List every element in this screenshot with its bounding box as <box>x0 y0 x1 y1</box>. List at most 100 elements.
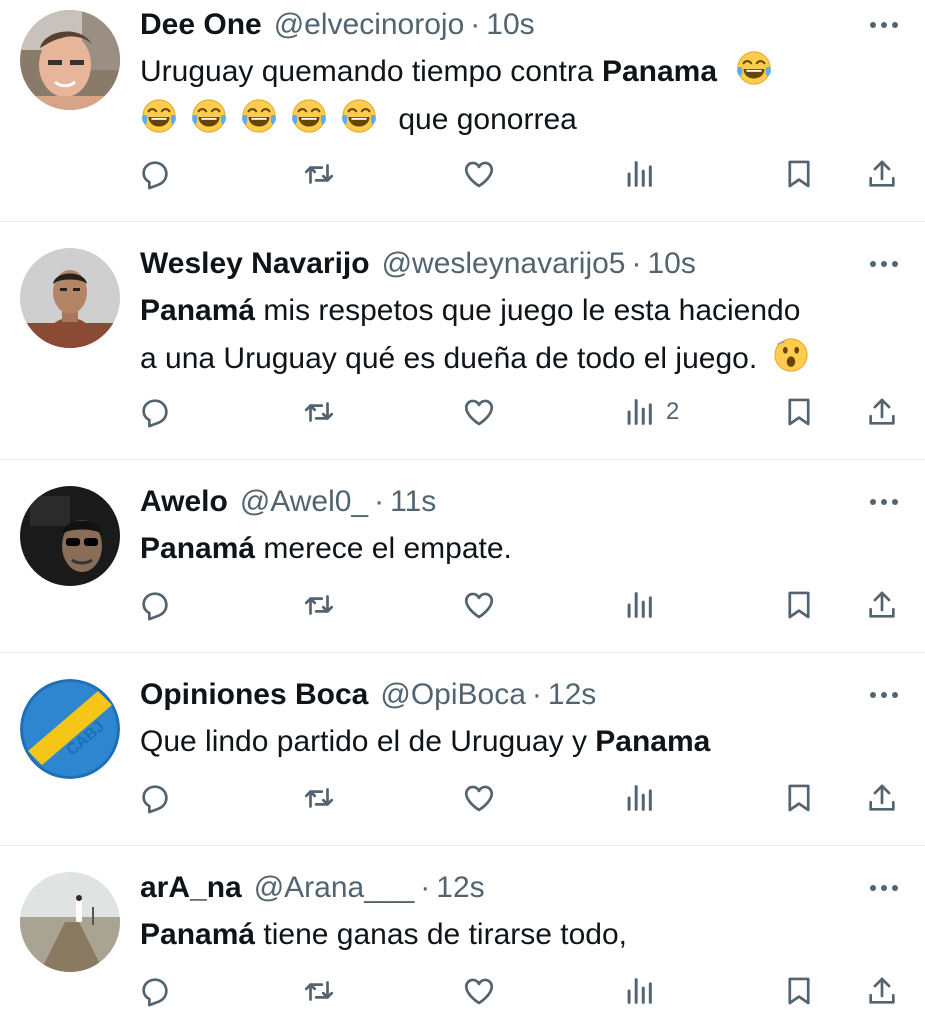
avatar[interactable] <box>20 10 120 110</box>
tweet-highlight: Panamá <box>140 918 256 951</box>
views-button[interactable] <box>622 774 656 822</box>
separator-dot: · <box>631 247 642 280</box>
reply-button[interactable] <box>138 150 172 198</box>
retweet-button[interactable] <box>302 150 336 198</box>
tweet-text-part: tiene ganas de tirarse todo, <box>255 918 627 951</box>
more-icon[interactable] <box>860 249 908 279</box>
reply-button[interactable] <box>138 774 172 822</box>
like-button[interactable] <box>462 967 496 1015</box>
like-button[interactable] <box>462 581 496 629</box>
tweet-text-part: merece el empate. <box>255 532 512 565</box>
user-handle[interactable]: @elvecinorojo <box>274 8 465 42</box>
retweet-button[interactable] <box>302 774 336 822</box>
bookmark-button[interactable] <box>782 774 816 822</box>
bookmark-button[interactable] <box>782 967 816 1015</box>
tweet-text-part: Que lindo partido el de Uruguay y <box>140 725 596 758</box>
tweet-text: Panamá tiene ganas de tirarse todo, <box>140 911 910 959</box>
bookmark-icon <box>782 157 816 191</box>
reply-icon <box>138 395 172 429</box>
retweet-button[interactable] <box>302 967 336 1015</box>
views-icon <box>622 781 656 815</box>
retweet-icon <box>302 781 336 815</box>
timestamp[interactable]: 11s <box>390 485 436 519</box>
views-button[interactable]: 2 <box>622 388 679 436</box>
retweet-icon <box>302 974 336 1008</box>
display-name[interactable]: arA_na <box>140 871 242 905</box>
tweet-actions <box>0 581 925 629</box>
avatar[interactable] <box>20 872 120 972</box>
laughing-emoji <box>735 49 773 87</box>
retweet-button[interactable] <box>302 581 336 629</box>
display-name[interactable]: Wesley Navarijo <box>140 247 370 281</box>
timestamp[interactable]: 10s <box>486 8 534 42</box>
views-icon <box>622 974 656 1008</box>
share-icon <box>865 781 899 815</box>
timestamp[interactable]: 10s <box>647 247 695 281</box>
like-button[interactable] <box>462 150 496 198</box>
views-icon <box>622 157 656 191</box>
avatar[interactable] <box>20 248 120 348</box>
share-icon <box>865 974 899 1008</box>
share-button[interactable] <box>865 967 899 1015</box>
tweet-highlight: Panama <box>601 55 718 88</box>
tweet[interactable]: Wesley Navarijo @wesleynavarijo5 · 10s P… <box>0 222 925 459</box>
user-handle[interactable]: @wesleynavarijo5 <box>382 247 626 281</box>
reply-button[interactable] <box>138 967 172 1015</box>
laughing-emoji <box>190 97 228 135</box>
retweet-icon <box>302 395 336 429</box>
bookmark-button[interactable] <box>782 581 816 629</box>
display-name[interactable]: Dee One <box>140 8 262 42</box>
views-icon <box>622 395 656 429</box>
avatar-photo <box>20 10 120 110</box>
laughing-emoji <box>140 97 178 135</box>
user-handle[interactable]: @OpiBoca <box>380 678 526 712</box>
tweet-actions <box>0 774 925 822</box>
tweet-text: Uruguay quemando tiempo contra Panama qu… <box>140 48 910 144</box>
like-icon <box>462 395 496 429</box>
views-icon <box>622 588 656 622</box>
reply-icon <box>138 157 172 191</box>
more-icon[interactable] <box>860 487 908 517</box>
reply-button[interactable] <box>138 388 172 436</box>
bookmark-button[interactable] <box>782 150 816 198</box>
retweet-icon <box>302 588 336 622</box>
timestamp[interactable]: 12s <box>548 678 596 712</box>
tweet[interactable]: Dee One @elvecinorojo · 10s Uruguay quem… <box>0 0 925 221</box>
tweet-highlight: Panamá <box>140 532 256 565</box>
share-icon <box>865 588 899 622</box>
more-icon[interactable] <box>860 680 908 710</box>
display-name[interactable]: Awelo <box>140 485 228 519</box>
display-name[interactable]: Opiniones Boca <box>140 678 368 712</box>
bookmark-button[interactable] <box>782 388 816 436</box>
more-icon[interactable] <box>860 10 908 40</box>
tweet[interactable]: Awelo @Awel0_ · 11s Panamá merece el emp… <box>0 460 925 652</box>
like-button[interactable] <box>462 774 496 822</box>
bookmark-icon <box>782 781 816 815</box>
share-button[interactable] <box>865 774 899 822</box>
user-handle[interactable]: @Arana___ <box>254 871 415 905</box>
bookmark-icon <box>782 395 816 429</box>
share-button[interactable] <box>865 388 899 436</box>
separator-dot: · <box>420 871 431 904</box>
tweet-highlight: Panama <box>595 725 711 758</box>
views-button[interactable] <box>622 967 656 1015</box>
retweet-button[interactable] <box>302 388 336 436</box>
views-button[interactable] <box>622 581 656 629</box>
bookmark-icon <box>782 974 816 1008</box>
share-button[interactable] <box>865 150 899 198</box>
share-button[interactable] <box>865 581 899 629</box>
reply-button[interactable] <box>138 581 172 629</box>
avatar[interactable]: CABJ <box>20 679 120 779</box>
reply-icon <box>138 588 172 622</box>
tweet[interactable]: CABJ Opiniones Boca @OpiBoca · 12s Que l… <box>0 653 925 845</box>
more-icon[interactable] <box>860 873 908 903</box>
tweet-actions <box>0 967 925 1015</box>
views-button[interactable] <box>622 150 656 198</box>
user-handle[interactable]: @Awel0_ <box>240 485 368 519</box>
like-button[interactable] <box>462 388 496 436</box>
avatar-photo: CABJ <box>20 679 120 779</box>
avatar[interactable] <box>20 486 120 586</box>
timestamp[interactable]: 12s <box>436 871 484 905</box>
tweet[interactable]: arA_na @Arana___ · 12s Panamá tiene gana… <box>0 846 925 1024</box>
tweet-text: Panamá mis respetos que juego le esta ha… <box>140 287 910 383</box>
